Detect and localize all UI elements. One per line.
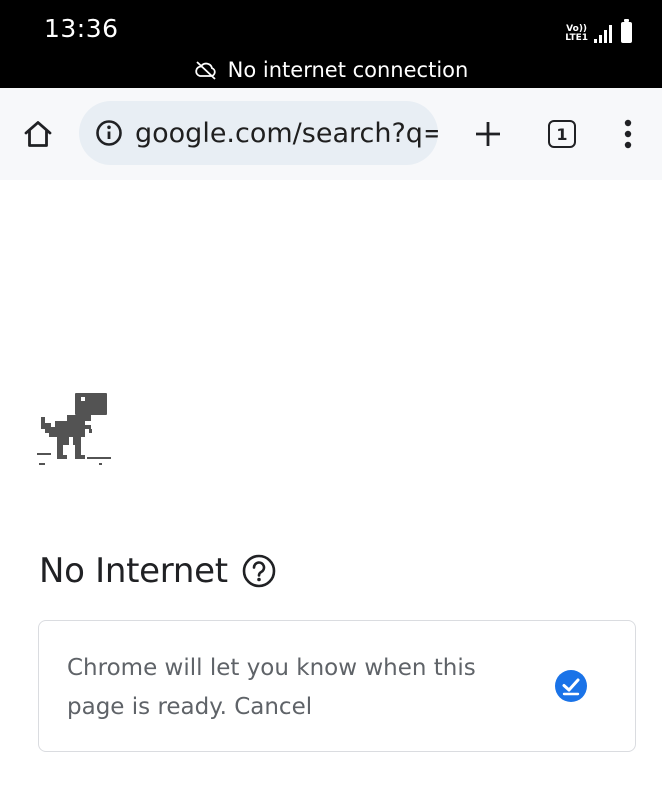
- offline-message: No internet connection: [227, 58, 469, 82]
- tab-switcher-button[interactable]: 1: [540, 112, 584, 156]
- auto-fetch-message: Chrome will let you know when this page …: [67, 649, 497, 727]
- check-circle-icon: [555, 670, 587, 702]
- status-time: 13:36: [44, 14, 119, 43]
- more-vert-icon: [624, 119, 632, 149]
- url-text[interactable]: google.com/search?q=: [135, 118, 438, 149]
- status-bar: 13:36 Vo)) LTE1 No internet connection: [0, 0, 662, 88]
- more-menu-button[interactable]: [606, 112, 650, 156]
- address-bar[interactable]: google.com/search?q=: [79, 101, 438, 165]
- status-icons: Vo)) LTE1: [565, 17, 632, 43]
- auto-fetch-card: Chrome will let you know when this page …: [38, 620, 636, 752]
- home-icon: [24, 121, 52, 147]
- page-title: No Internet: [39, 551, 276, 591]
- cloud-off-icon: [194, 61, 216, 80]
- battery-icon: [621, 19, 632, 43]
- dino-icon[interactable]: [37, 393, 111, 467]
- home-button[interactable]: [16, 112, 60, 156]
- network-type-label: Vo)) LTE1: [565, 24, 588, 43]
- browser-toolbar: google.com/search?q= 1: [0, 88, 662, 180]
- signal-icon: [594, 23, 612, 43]
- help-button[interactable]: [242, 554, 276, 588]
- new-tab-button[interactable]: [466, 112, 510, 156]
- info-icon[interactable]: [95, 119, 123, 147]
- cancel-link[interactable]: Cancel: [234, 694, 312, 720]
- plus-icon: [476, 122, 500, 146]
- help-icon: [242, 554, 276, 588]
- offline-banner: No internet connection: [0, 58, 662, 82]
- tab-switcher-icon: 1: [548, 120, 576, 148]
- page-title-text: No Internet: [39, 551, 228, 591]
